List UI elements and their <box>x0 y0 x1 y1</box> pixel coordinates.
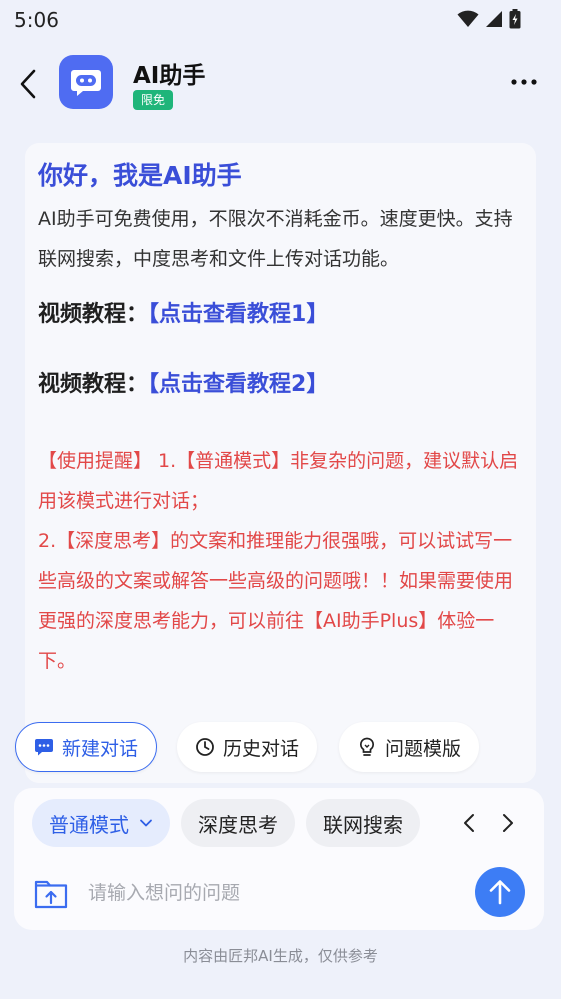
app-header: AI助手 限免 <box>0 50 561 122</box>
chevron-left-icon <box>20 69 36 99</box>
reminder-line: 【使用提醒】 1.【普通模式】非复杂的问题，建议默认启用该模式进行对话； <box>38 450 519 512</box>
tutorial-label: 视频教程： <box>38 372 149 397</box>
question-template-label: 问题模版 <box>385 737 462 760</box>
more-options-button[interactable] <box>509 70 539 94</box>
message-title: 你好，我是AI助手 <box>38 161 242 190</box>
history-chat-button[interactable]: 历史对话 <box>177 722 318 772</box>
robot-chat-icon <box>71 70 101 96</box>
mode-normal[interactable]: 普通模式 <box>32 799 170 847</box>
chevron-right-icon <box>503 814 513 832</box>
cellular-signal-icon <box>486 11 502 27</box>
arrow-up-icon <box>489 880 511 905</box>
wifi-icon <box>457 10 479 27</box>
tutorial-label: 视频教程： <box>38 302 149 327</box>
tutorial-link-2[interactable]: 【点击查看教程2】 <box>148 372 328 397</box>
tutorial-line-1: 视频教程：【点击查看教程1】 <box>38 297 522 333</box>
status-icons <box>457 9 521 29</box>
lightbulb-icon <box>359 737 375 756</box>
history-chat-label: 历史对话 <box>223 737 300 760</box>
page-title: AI助手 <box>133 63 206 89</box>
new-chat-button[interactable]: 新建对话 <box>15 722 158 772</box>
tutorial-link-1[interactable]: 【点击查看教程1】 <box>148 302 328 327</box>
chat-input-panel: 普通模式 深度思考 联网搜索 <box>14 788 544 930</box>
status-bar: 5:06 <box>0 0 561 40</box>
mode-web-search[interactable]: 联网搜索 <box>306 799 420 847</box>
more-dots-icon <box>511 79 537 85</box>
message-intro: AI助手可免费使用，不限次不消耗金币。速度更快。支持联网搜索，中度思考和文件上传… <box>38 208 513 270</box>
mode-normal-label: 普通模式 <box>49 812 129 837</box>
question-input[interactable] <box>88 874 458 912</box>
free-badge: 限免 <box>133 90 174 110</box>
scroll-modes-left-button[interactable] <box>457 810 481 836</box>
tutorial-line-2: 视频教程：【点击查看教程2】 <box>38 367 522 403</box>
scroll-modes-right-button[interactable] <box>496 810 520 836</box>
reminder-line: 2.【深度思考】的文案和推理能力很强哦，可以试试写一些高级的文案或解答一些高级的… <box>38 530 514 672</box>
folder-upload-icon <box>34 880 68 909</box>
mode-web-search-label: 联网搜索 <box>323 812 403 837</box>
mode-deep-think[interactable]: 深度思考 <box>181 799 295 847</box>
back-button[interactable] <box>12 64 44 104</box>
mode-selector: 普通模式 深度思考 联网搜索 <box>32 799 420 847</box>
chevron-down-icon <box>140 819 152 827</box>
send-button[interactable] <box>475 867 525 917</box>
ai-disclaimer: 内容由匠邦AI生成，仅供参考 <box>183 947 378 965</box>
battery-icon <box>509 9 521 29</box>
clock-icon <box>196 738 214 756</box>
chevron-left-icon <box>464 814 474 832</box>
status-time: 5:06 <box>14 8 59 32</box>
usage-reminder: 【使用提醒】 1.【普通模式】非复杂的问题，建议默认启用该模式进行对话； 2.【… <box>38 441 522 681</box>
chat-plus-icon <box>35 739 53 756</box>
upload-file-button[interactable] <box>34 876 68 910</box>
new-chat-label: 新建对话 <box>62 737 139 760</box>
question-template-button[interactable]: 问题模版 <box>339 722 480 772</box>
mode-deep-think-label: 深度思考 <box>198 812 278 837</box>
assistant-avatar <box>59 55 113 109</box>
assistant-message-card: 你好，我是AI助手 AI助手可免费使用，不限次不消耗金币。速度更快。支持联网搜索… <box>25 143 536 783</box>
